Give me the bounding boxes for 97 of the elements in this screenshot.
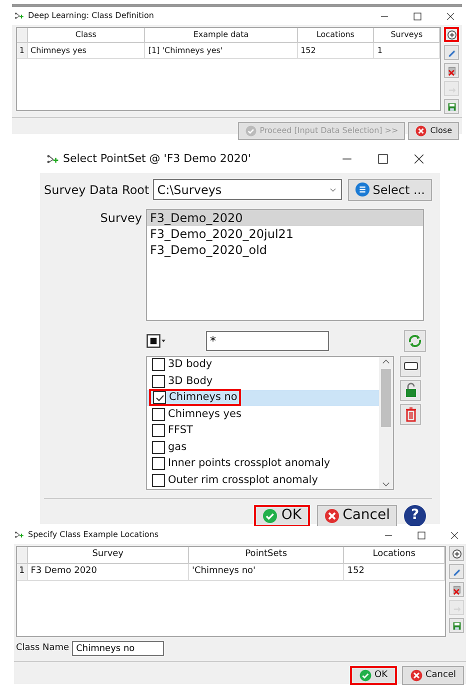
checkbox[interactable] bbox=[152, 474, 165, 487]
remove-button[interactable] bbox=[449, 582, 464, 597]
remove-icon bbox=[446, 66, 456, 76]
list-item[interactable]: FFST bbox=[147, 422, 379, 439]
rectangle-button[interactable] bbox=[400, 356, 421, 376]
column-header: PointSets bbox=[188, 547, 344, 563]
refresh-icon bbox=[407, 332, 423, 348]
table-cell: 152 bbox=[344, 563, 444, 580]
table-cell: Chimneys yes bbox=[27, 42, 145, 58]
row-number: 1 bbox=[17, 42, 27, 58]
item-label: 3D Body bbox=[168, 374, 213, 388]
list-item[interactable]: F3_Demo_2020_20jul21 bbox=[147, 226, 423, 242]
app-icon bbox=[46, 152, 59, 166]
save-icon bbox=[452, 620, 462, 630]
column-header: Class bbox=[27, 28, 145, 42]
pencil-button[interactable] bbox=[444, 45, 459, 60]
maximize-icon[interactable] bbox=[416, 530, 427, 540]
close-icon[interactable] bbox=[412, 152, 426, 166]
field-label: Survey Data Root bbox=[44, 182, 150, 198]
checkbox[interactable] bbox=[152, 374, 165, 388]
table-cell: 1 bbox=[374, 42, 440, 58]
cancel-button[interactable]: Cancel bbox=[402, 666, 464, 685]
item-label: FFST bbox=[168, 424, 193, 438]
field-label: Class Name bbox=[16, 642, 70, 655]
list-item[interactable]: 3D Body bbox=[147, 373, 379, 390]
close-icon bbox=[415, 125, 428, 137]
table-cell: 'Chimneys no' bbox=[188, 563, 344, 580]
maximize-icon[interactable] bbox=[412, 10, 423, 22]
save-icon bbox=[446, 102, 456, 112]
filter-field[interactable]: * bbox=[206, 330, 329, 350]
padlock-button[interactable] bbox=[400, 380, 421, 400]
app-icon bbox=[14, 530, 24, 540]
add-icon bbox=[446, 30, 456, 40]
list-icon bbox=[354, 182, 370, 197]
window-title: Deep Learning: Class Definition bbox=[28, 10, 154, 22]
checkbox[interactable] bbox=[152, 440, 165, 454]
check-icon bbox=[358, 669, 372, 682]
checkbox[interactable] bbox=[152, 408, 165, 421]
ok-button[interactable]: OK bbox=[254, 504, 310, 526]
item-label: Inner points crossplot anomaly bbox=[168, 457, 330, 470]
help-button[interactable]: ? bbox=[404, 504, 426, 526]
window-title: Specify Class Example Locations bbox=[28, 529, 158, 541]
save-button[interactable] bbox=[449, 618, 464, 633]
list-item[interactable]: Outer rim crossplot anomaly bbox=[147, 472, 379, 488]
row-number: 1 bbox=[17, 563, 28, 580]
pencil-icon bbox=[452, 566, 462, 576]
close-button[interactable]: Close bbox=[408, 122, 459, 140]
list-item[interactable]: Inner points crossplot anomaly bbox=[147, 456, 379, 472]
item-label: Chimneys yes bbox=[168, 408, 242, 421]
add-button[interactable] bbox=[449, 546, 464, 561]
list-item[interactable]: Chimneys yes bbox=[147, 406, 379, 422]
item-label: 3D body bbox=[168, 358, 212, 372]
list-item[interactable]: 3D body bbox=[147, 356, 379, 373]
checkbox[interactable] bbox=[152, 358, 165, 372]
close-icon[interactable] bbox=[449, 530, 460, 540]
ok-button[interactable]: OK bbox=[350, 666, 396, 685]
checkbox[interactable] bbox=[152, 424, 165, 438]
cancel-button[interactable]: Cancel bbox=[316, 504, 397, 526]
trash-button[interactable] bbox=[400, 404, 421, 424]
window-title: Select PointSet @ 'F3 Demo 2020' bbox=[63, 151, 251, 167]
field-label: Survey bbox=[99, 210, 142, 226]
close-icon bbox=[324, 508, 340, 524]
add-icon bbox=[452, 548, 462, 558]
column-header: Surveys bbox=[374, 28, 440, 42]
add-button[interactable] bbox=[444, 27, 459, 42]
column-header: Example data bbox=[144, 28, 298, 42]
column-header: Locations bbox=[344, 547, 444, 563]
table-cell: F3 Demo 2020 bbox=[27, 563, 188, 580]
close-icon bbox=[410, 669, 422, 682]
table-cell: [1] 'Chimneys yes' bbox=[144, 42, 298, 58]
remove-icon bbox=[452, 584, 462, 594]
list-item[interactable]: F3_Demo_2020 bbox=[147, 210, 423, 226]
scroll-thumb[interactable] bbox=[381, 368, 391, 426]
column-header: Survey bbox=[27, 547, 188, 563]
checkbox[interactable] bbox=[153, 391, 166, 404]
pencil-button[interactable] bbox=[449, 564, 464, 579]
checkbox[interactable] bbox=[152, 457, 165, 470]
item-label: Chimneys no bbox=[169, 391, 238, 404]
list-item[interactable]: F3_Demo_2020_old bbox=[147, 242, 423, 258]
select-button[interactable]: Select ... bbox=[348, 178, 432, 200]
check-icon bbox=[244, 125, 257, 137]
save-button[interactable] bbox=[444, 99, 459, 114]
column-header: Locations bbox=[297, 28, 374, 42]
maximize-icon[interactable] bbox=[376, 152, 390, 166]
class-name-field[interactable]: Chimneys no bbox=[72, 641, 164, 656]
survey-root-dropdown[interactable]: C:\Surveys bbox=[153, 179, 342, 200]
scrollbar[interactable] bbox=[379, 356, 393, 488]
check-icon bbox=[262, 508, 278, 524]
app-icon bbox=[14, 11, 24, 21]
item-label: Outer rim crossplot anomaly bbox=[168, 474, 318, 487]
list-item[interactable]: Chimneys no bbox=[147, 390, 379, 406]
item-label: gas bbox=[168, 440, 187, 454]
table-cell: 152 bbox=[297, 42, 374, 58]
list-item[interactable]: gas bbox=[147, 439, 379, 456]
pencil-icon bbox=[446, 48, 456, 58]
close-icon[interactable] bbox=[445, 10, 456, 22]
remove-button[interactable] bbox=[444, 63, 459, 78]
